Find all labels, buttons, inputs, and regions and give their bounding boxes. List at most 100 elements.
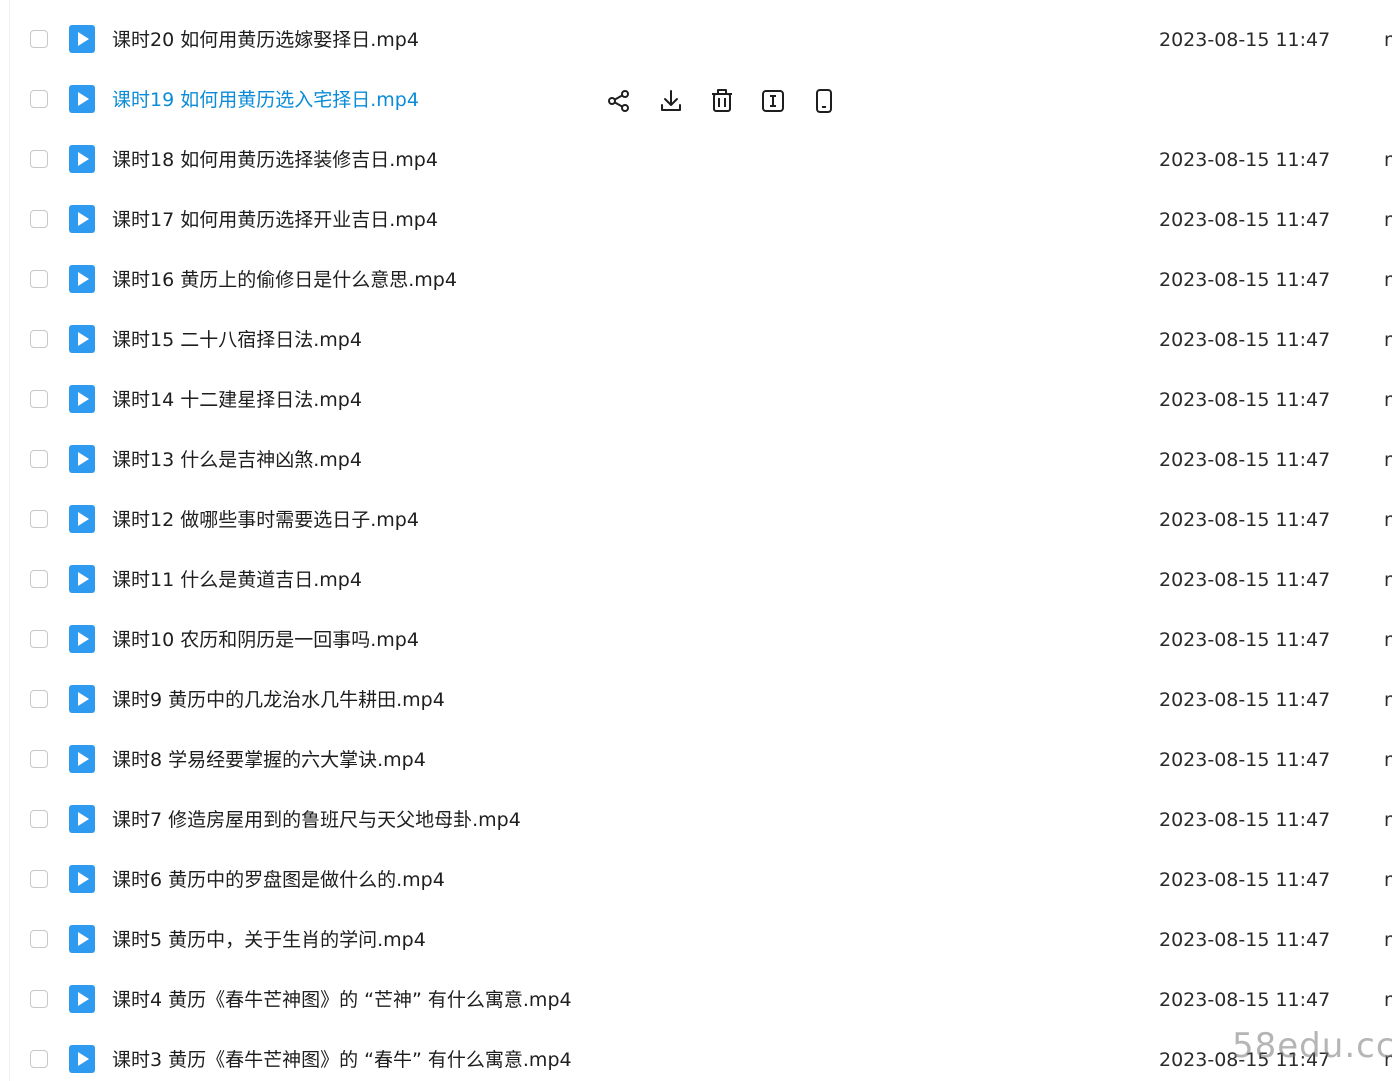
file-name[interactable]: 课时11 什么是黄道吉日.mp4 xyxy=(112,568,362,592)
file-name[interactable]: 课时19 如何用黄历选入宅择日.mp4 xyxy=(112,88,419,112)
file-row[interactable]: 课时6 黄历中的罗盘图是做什么的.mp4 2023-08-15 11:47 m xyxy=(0,845,1392,905)
file-row[interactable]: 课时8 学易经要掌握的六大掌诀.mp4 2023-08-15 11:47 m xyxy=(0,725,1392,785)
file-name[interactable]: 课时20 如何用黄历选嫁娶择日.mp4 xyxy=(112,28,419,52)
file-date: 2023-08-15 11:47 xyxy=(1159,989,1331,1011)
row-checkbox[interactable] xyxy=(30,870,48,888)
file-row[interactable]: 课时15 二十八宿择日法.mp4 2023-08-15 11:47 m xyxy=(0,305,1392,365)
file-name[interactable]: 课时13 什么是吉神凶煞.mp4 xyxy=(112,448,362,472)
trash-icon[interactable] xyxy=(709,88,735,114)
video-file-icon xyxy=(69,25,95,53)
phone-icon[interactable] xyxy=(811,88,837,114)
file-row[interactable]: 课时14 十二建星择日法.mp4 2023-08-15 11:47 m xyxy=(0,365,1392,425)
file-size: m xyxy=(1384,388,1392,412)
file-row[interactable]: 课时12 做哪些事时需要选日子.mp4 2023-08-15 11:47 m xyxy=(0,485,1392,545)
video-file-icon xyxy=(69,85,95,113)
video-file-icon xyxy=(69,625,95,653)
row-checkbox[interactable] xyxy=(30,90,48,108)
row-checkbox[interactable] xyxy=(30,210,48,228)
file-row-hovered[interactable]: 课时19 如何用黄历选入宅择日.mp4 xyxy=(0,65,1392,125)
row-checkbox[interactable] xyxy=(30,150,48,168)
file-name[interactable]: 课时12 做哪些事时需要选日子.mp4 xyxy=(112,508,419,532)
file-name[interactable]: 课时6 黄历中的罗盘图是做什么的.mp4 xyxy=(112,868,445,892)
file-date: 2023-08-15 11:47 xyxy=(1159,449,1331,471)
file-row[interactable]: 课时7 修造房屋用到的鲁班尺与天父地母卦.mp4 2023-08-15 11:4… xyxy=(0,785,1392,845)
file-name[interactable]: 课时10 农历和阴历是一回事吗.mp4 xyxy=(112,628,419,652)
row-checkbox[interactable] xyxy=(30,510,48,528)
file-row[interactable]: 课时10 农历和阴历是一回事吗.mp4 2023-08-15 11:47 m xyxy=(0,605,1392,665)
row-checkbox[interactable] xyxy=(30,750,48,768)
video-file-icon xyxy=(69,385,95,413)
file-date: 2023-08-15 11:47 xyxy=(1159,149,1331,171)
file-size: m xyxy=(1384,448,1392,472)
file-size: m xyxy=(1384,988,1392,1012)
file-size: m xyxy=(1384,208,1392,232)
file-row[interactable]: 课时11 什么是黄道吉日.mp4 2023-08-15 11:47 m xyxy=(0,545,1392,605)
file-date: 2023-08-15 11:47 xyxy=(1159,569,1331,591)
file-row[interactable]: 课时18 如何用黄历选择装修吉日.mp4 2023-08-15 11:47 m xyxy=(0,125,1392,185)
file-date: 2023-08-15 11:47 xyxy=(1159,209,1331,231)
file-name[interactable]: 课时18 如何用黄历选择装修吉日.mp4 xyxy=(112,148,438,172)
row-checkbox[interactable] xyxy=(30,810,48,828)
row-checkbox[interactable] xyxy=(30,690,48,708)
row-checkbox[interactable] xyxy=(30,390,48,408)
share-icon[interactable] xyxy=(606,88,632,114)
file-size: m xyxy=(1384,28,1392,52)
video-file-icon xyxy=(69,865,95,893)
file-name[interactable]: 课时15 二十八宿择日法.mp4 xyxy=(112,328,362,352)
file-size: m xyxy=(1384,268,1392,292)
file-date: 2023-08-15 11:47 xyxy=(1159,29,1331,51)
file-date: 2023-08-15 11:47 xyxy=(1159,689,1331,711)
file-name[interactable]: 课时4 黄历《春牛芒神图》的 “芒神” 有什么寓意.mp4 xyxy=(112,988,572,1012)
file-name[interactable]: 课时8 学易经要掌握的六大掌诀.mp4 xyxy=(112,748,426,772)
file-date: 2023-08-15 11:47 xyxy=(1159,629,1331,651)
file-row[interactable]: 课时3 黄历《春牛芒神图》的 “春牛” 有什么寓意.mp4 2023-08-15… xyxy=(0,1025,1392,1081)
file-date: 2023-08-15 11:47 xyxy=(1159,389,1331,411)
file-row[interactable]: 课时4 黄历《春牛芒神图》的 “芒神” 有什么寓意.mp4 2023-08-15… xyxy=(0,965,1392,1025)
file-name[interactable]: 课时17 如何用黄历选择开业吉日.mp4 xyxy=(112,208,438,232)
file-row[interactable]: 课时20 如何用黄历选嫁娶择日.mp4 2023-08-15 11:47 m xyxy=(0,5,1392,65)
file-size: m xyxy=(1384,1048,1392,1072)
file-size: m xyxy=(1384,808,1392,832)
row-checkbox[interactable] xyxy=(30,270,48,288)
file-name[interactable]: 课时9 黄历中的几龙治水几牛耕田.mp4 xyxy=(112,688,445,712)
file-row[interactable]: 课时17 如何用黄历选择开业吉日.mp4 2023-08-15 11:47 m xyxy=(0,185,1392,245)
file-row[interactable]: 课时5 黄历中，关于生肖的学问.mp4 2023-08-15 11:47 m xyxy=(0,905,1392,965)
file-name[interactable]: 课时5 黄历中，关于生肖的学问.mp4 xyxy=(112,928,426,952)
video-file-icon xyxy=(69,745,95,773)
video-file-icon xyxy=(69,685,95,713)
file-row[interactable]: 课时9 黄历中的几龙治水几牛耕田.mp4 2023-08-15 11:47 m xyxy=(0,665,1392,725)
file-date: 2023-08-15 11:47 xyxy=(1159,509,1331,531)
video-file-icon xyxy=(69,565,95,593)
file-size: m xyxy=(1384,868,1392,892)
video-file-icon xyxy=(69,1045,95,1073)
file-list: 课时20 如何用黄历选嫁娶择日.mp4 2023-08-15 11:47 m 课… xyxy=(0,0,1392,1081)
file-date: 2023-08-15 11:47 xyxy=(1159,269,1331,291)
row-checkbox[interactable] xyxy=(30,990,48,1008)
file-name[interactable]: 课时16 黄历上的偷修日是什么意思.mp4 xyxy=(112,268,457,292)
file-size: m xyxy=(1384,688,1392,712)
download-icon[interactable] xyxy=(658,88,684,114)
file-size: m xyxy=(1384,928,1392,952)
row-checkbox[interactable] xyxy=(30,630,48,648)
file-name[interactable]: 课时7 修造房屋用到的鲁班尺与天父地母卦.mp4 xyxy=(112,808,521,832)
row-checkbox[interactable] xyxy=(30,570,48,588)
video-file-icon xyxy=(69,325,95,353)
file-row[interactable]: 课时13 什么是吉神凶煞.mp4 2023-08-15 11:47 m xyxy=(0,425,1392,485)
rename-icon[interactable] xyxy=(760,88,786,114)
file-size: m xyxy=(1384,328,1392,352)
file-date: 2023-08-15 11:47 xyxy=(1159,329,1331,351)
file-name[interactable]: 课时14 十二建星择日法.mp4 xyxy=(112,388,362,412)
file-date: 2023-08-15 11:47 xyxy=(1159,1049,1331,1071)
file-name[interactable]: 课时3 黄历《春牛芒神图》的 “春牛” 有什么寓意.mp4 xyxy=(112,1048,572,1072)
file-size: m xyxy=(1384,748,1392,772)
file-row[interactable]: 课时16 黄历上的偷修日是什么意思.mp4 2023-08-15 11:47 m xyxy=(0,245,1392,305)
row-checkbox[interactable] xyxy=(30,450,48,468)
row-checkbox[interactable] xyxy=(30,1050,48,1068)
row-checkbox[interactable] xyxy=(30,930,48,948)
video-file-icon xyxy=(69,505,95,533)
video-file-icon xyxy=(69,145,95,173)
row-checkbox[interactable] xyxy=(30,30,48,48)
row-checkbox[interactable] xyxy=(30,330,48,348)
file-date: 2023-08-15 11:47 xyxy=(1159,929,1331,951)
video-file-icon xyxy=(69,445,95,473)
